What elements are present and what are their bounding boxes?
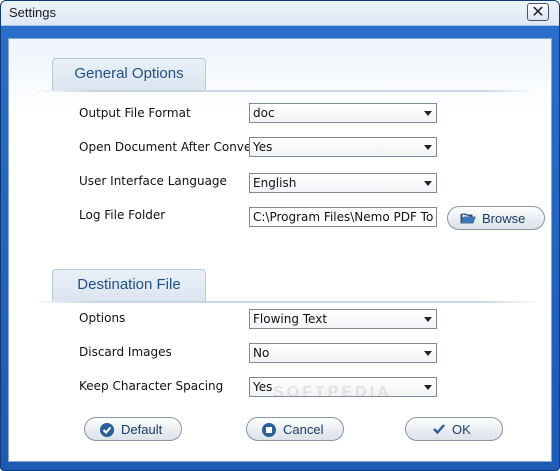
chevron-down-icon <box>424 145 432 150</box>
options-label: Options <box>79 311 126 325</box>
cancel-button-label: Cancel <box>283 422 324 437</box>
settings-window: Settings ✕ General Options Output File F… <box>0 0 560 471</box>
ok-button-label: OK <box>452 422 471 437</box>
tab-general-options[interactable]: General Options <box>52 58 206 90</box>
log-file-folder-input[interactable]: C:\Program Files\Nemo PDF To Word\ <box>249 207 437 227</box>
default-button[interactable]: Default <box>84 417 182 441</box>
chevron-down-icon <box>424 385 432 390</box>
tab-destination-file-label: Destination File <box>77 276 181 293</box>
chevron-down-icon <box>424 317 432 322</box>
tab-destination-file[interactable]: Destination File <box>52 269 206 301</box>
chevron-down-icon <box>424 111 432 116</box>
chevron-down-icon <box>424 351 432 356</box>
check-circle-icon <box>99 422 115 441</box>
options-select[interactable]: Flowing Text <box>249 309 437 329</box>
ui-language-select[interactable]: English <box>249 173 437 193</box>
section-divider-destination <box>31 301 541 303</box>
options-value: Flowing Text <box>253 312 328 326</box>
log-file-folder-label: Log File Folder <box>79 208 166 222</box>
checkmark-icon <box>432 422 446 439</box>
default-button-label: Default <box>121 422 163 437</box>
output-file-format-value: doc <box>253 106 275 120</box>
ui-language-value: English <box>253 176 297 190</box>
open-after-conversion-select[interactable]: Yes <box>249 137 437 157</box>
output-file-format-label: Output File Format <box>79 106 191 120</box>
section-divider-general <box>31 90 541 92</box>
open-after-conversion-value: Yes <box>253 140 273 154</box>
keep-character-spacing-label: Keep Character Spacing <box>79 379 224 393</box>
browse-button-label: Browse <box>482 211 526 226</box>
stop-circle-icon <box>261 422 277 441</box>
browse-button[interactable]: Browse <box>447 206 545 230</box>
tab-general-options-label: General Options <box>74 65 184 82</box>
window-title: Settings <box>9 5 56 20</box>
close-icon: ✕ <box>531 2 545 21</box>
watermark: SOFTPEDIA <box>273 384 392 401</box>
discard-images-select[interactable]: No <box>249 343 437 363</box>
close-button[interactable]: ✕ <box>527 3 549 21</box>
log-file-folder-value: C:\Program Files\Nemo PDF To Word\ <box>253 210 436 224</box>
cancel-button[interactable]: Cancel <box>246 417 344 441</box>
ok-button[interactable]: OK <box>405 417 503 441</box>
chevron-down-icon <box>424 181 432 186</box>
folder-open-icon <box>460 211 476 228</box>
discard-images-value: No <box>253 346 270 360</box>
title-bar: Settings ✕ <box>1 1 559 26</box>
ui-language-label: User Interface Language <box>79 174 227 188</box>
keep-character-spacing-value: Yes <box>253 380 273 394</box>
discard-images-label: Discard Images <box>79 345 172 359</box>
output-file-format-select[interactable]: doc <box>249 103 437 123</box>
